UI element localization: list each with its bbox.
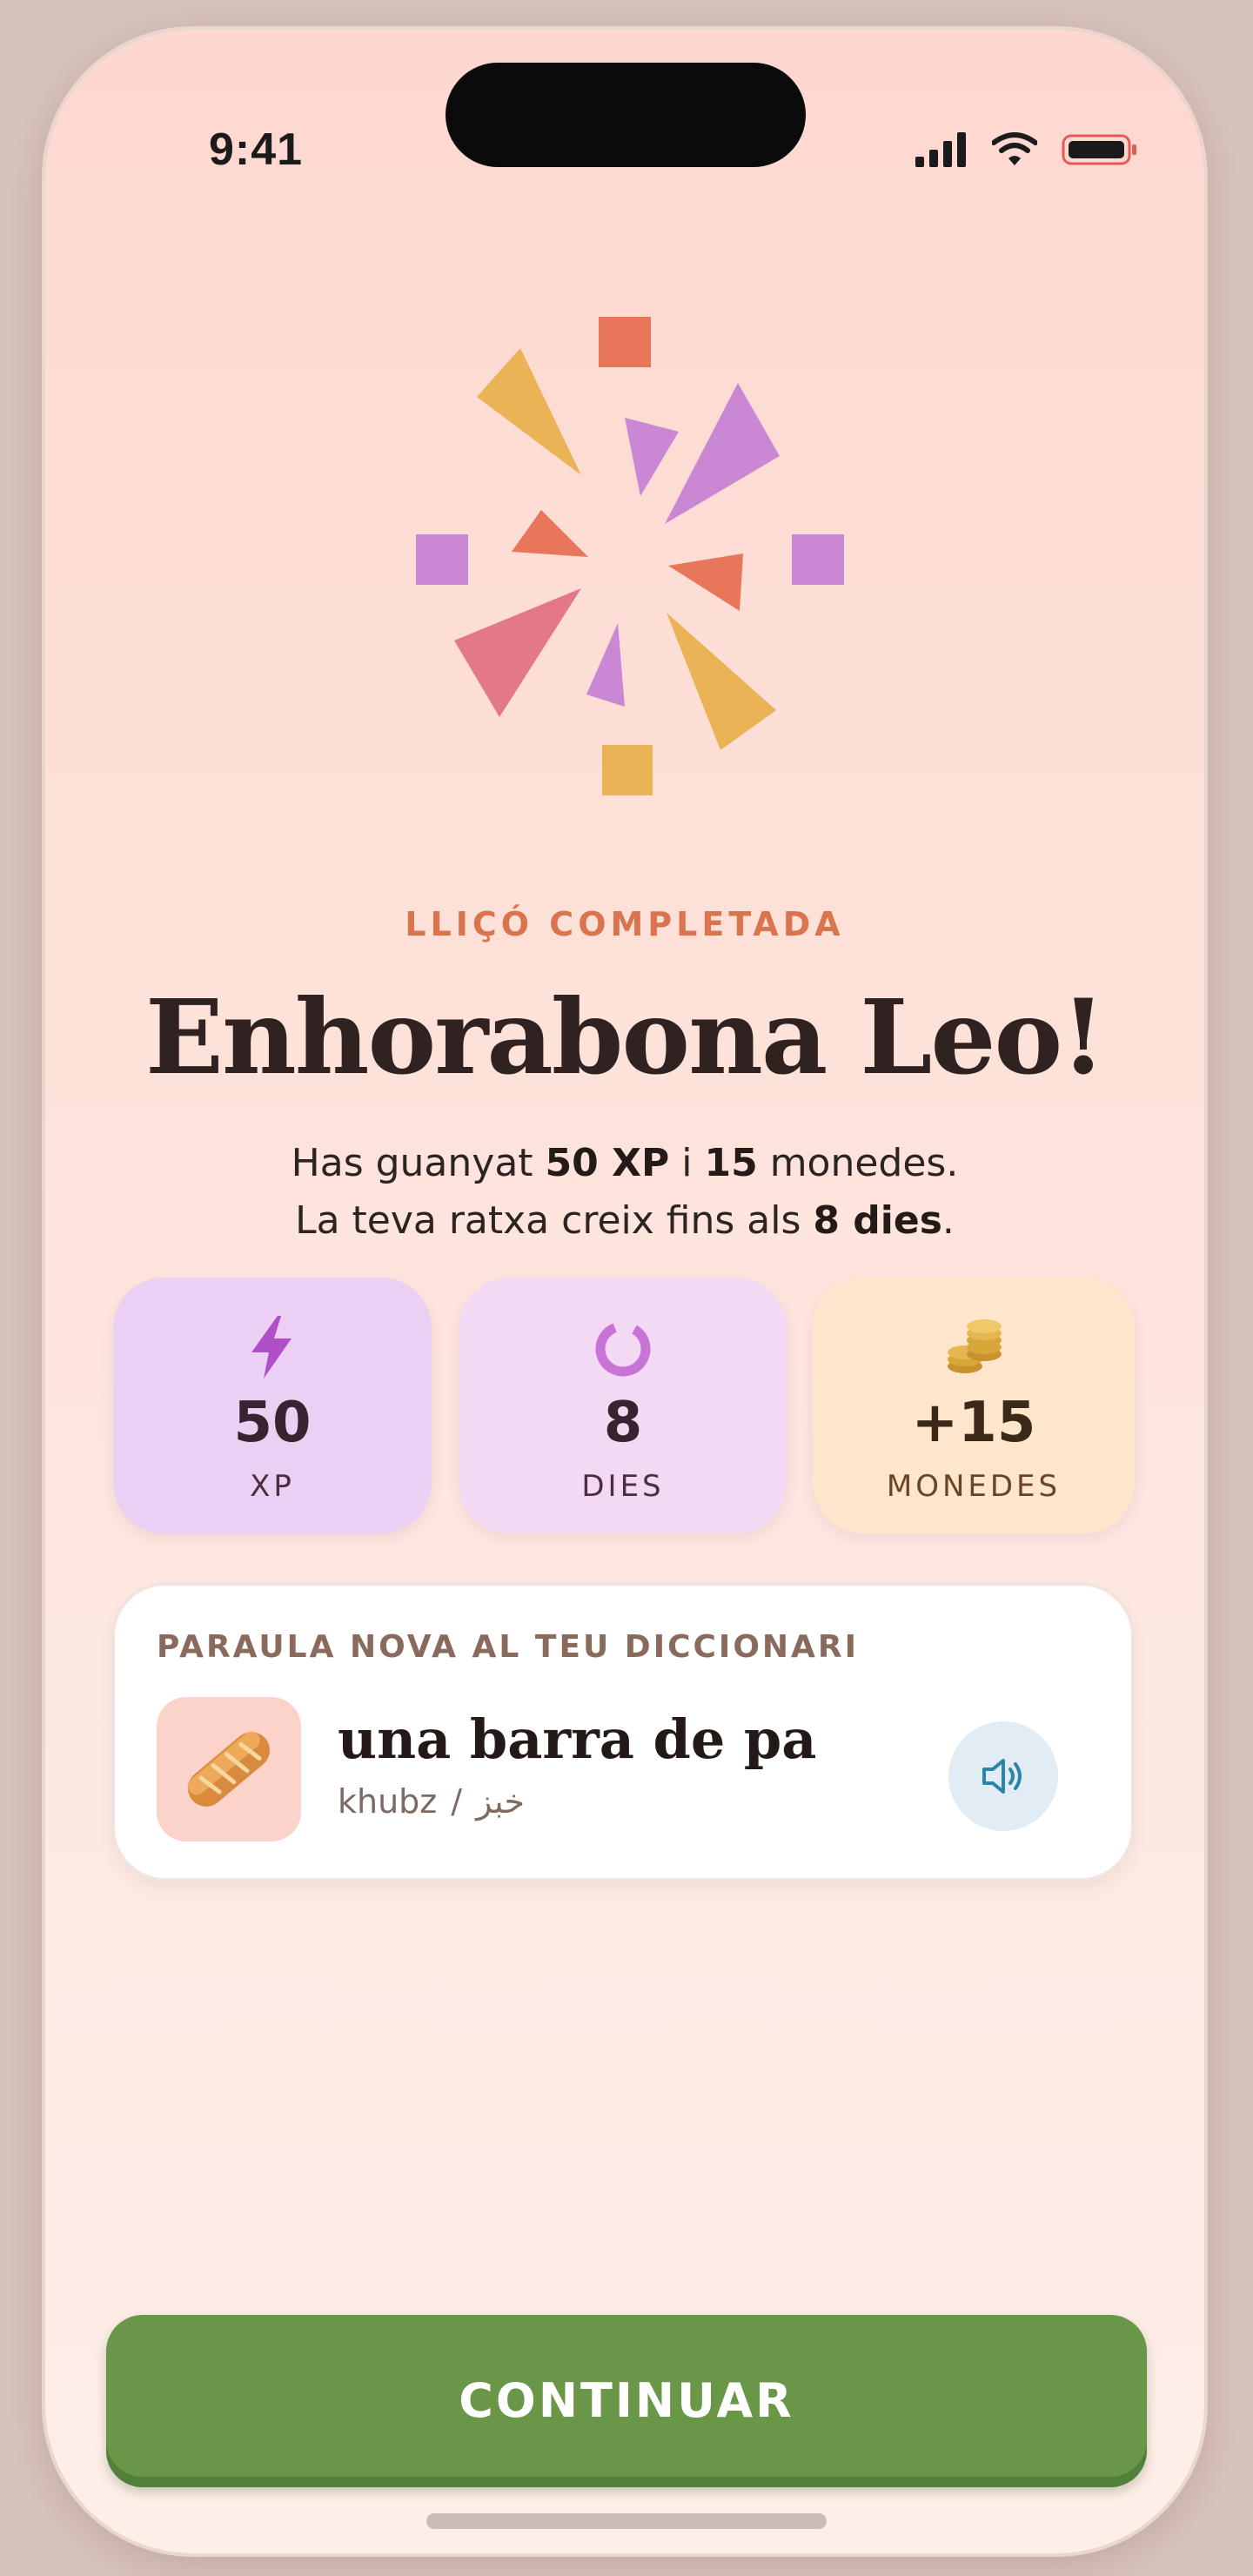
word-native-script: خبز [476,1782,525,1821]
summary-text: i [669,1141,705,1185]
streak-stat-card: 8 DIES [459,1278,787,1533]
battery-icon [1062,134,1136,165]
new-word-card: PARAULA NOVA AL TEU DICCIONARI una barra… [115,1586,1131,1878]
bread-icon [187,1731,271,1807]
word-thumbnail [157,1697,301,1841]
coins-value: +15 [911,1391,1036,1455]
home-indicator[interactable] [426,2513,827,2529]
summary-text: . [941,1198,955,1243]
speaker-icon [982,1759,1022,1794]
signal-icon [915,132,966,167]
lesson-completed-label: LLIÇÓ COMPLETADA [405,905,845,943]
summary-streak: 8 dies [813,1198,942,1243]
coins-stat-card: +15 MONEDES [813,1278,1135,1533]
xp-value: 50 [233,1391,312,1455]
status-icons [872,132,1150,174]
streak-label: DIES [581,1469,665,1504]
wifi-icon [992,132,1037,165]
continue-label: CONTINUAR [459,2373,794,2428]
xp-stat-card: 50 XP [113,1278,432,1533]
summary-text: La teva ratxa creix fins als [295,1198,814,1243]
play-audio-button[interactable] [948,1721,1058,1831]
word-separator: / [451,1782,463,1821]
continue-button[interactable]: CONTINUAR [106,2315,1147,2487]
xp-label: XP [250,1469,295,1504]
phone-screen: 9:41 LLIÇÓ COMPLETADA Enhorabona Leo! Ha… [45,30,1204,2553]
summary-text: monedes. [757,1141,959,1185]
summary-xp: 50 XP [545,1141,670,1185]
congrats-heading: Enhorabona Leo! [145,976,1106,1097]
word-pronunciation: khubz / خبز [338,1782,525,1821]
coins-icon [948,1319,1002,1373]
summary-coins: 15 [704,1141,758,1185]
reward-summary-line-2: La teva ratxa creix fins als 8 dies. [45,1192,1204,1250]
coins-label: MONEDES [886,1469,1062,1504]
lightning-icon [251,1316,291,1379]
streak-value: 8 [603,1391,643,1455]
streak-ring-icon [595,1321,651,1377]
status-time: 9:41 [209,124,304,175]
summary-text: Has guanyat [291,1141,546,1185]
confetti-burst-illustration [416,317,844,795]
word-transliteration: khubz [338,1782,438,1821]
reward-summary: Has guanyat 50 XP i 15 monedes. La teva … [45,1135,1204,1250]
dynamic-island [446,63,806,167]
new-word-title: PARAULA NOVA AL TEU DICCIONARI [157,1629,860,1665]
word-text: una barra de pa [338,1707,817,1771]
reward-summary-line-1: Has guanyat 50 XP i 15 monedes. [45,1135,1204,1192]
